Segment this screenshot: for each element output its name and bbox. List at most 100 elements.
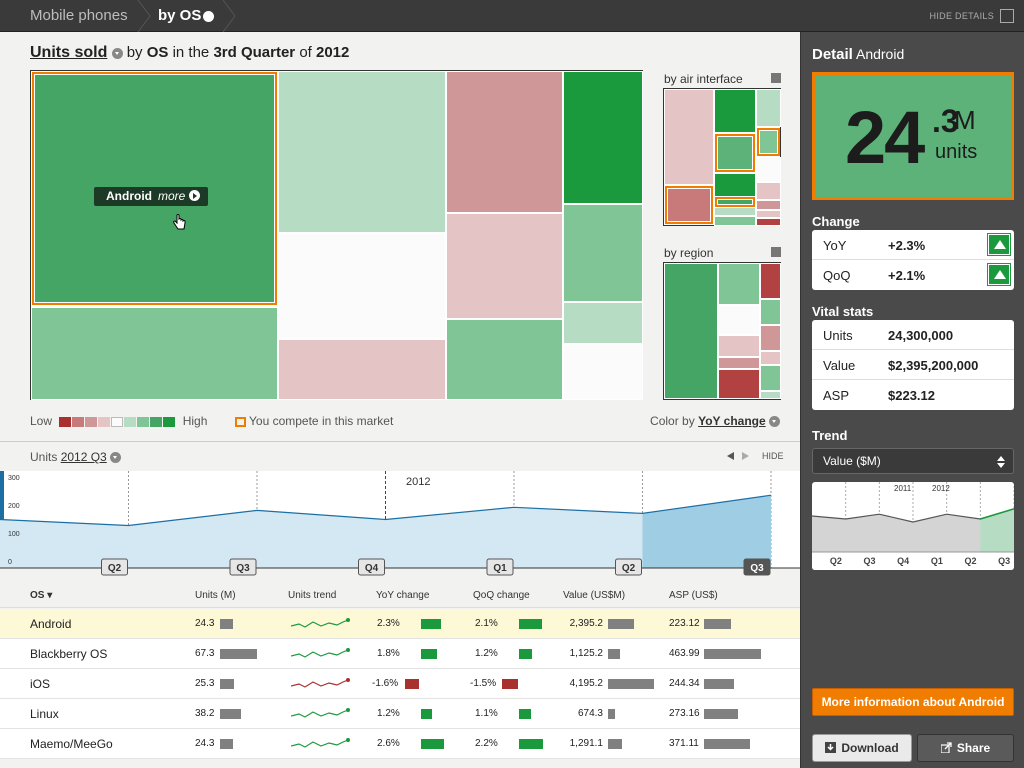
treemap-cell[interactable] — [563, 204, 643, 302]
yoy-label: YoY — [823, 238, 847, 253]
col-qoq[interactable]: QoQ change — [473, 590, 530, 601]
col-trend[interactable]: Units trend — [288, 590, 336, 601]
cell-units: 24.3 — [195, 618, 215, 629]
timeline-quarter-label[interactable]: Q3 — [750, 563, 764, 574]
metric-selector[interactable]: Units sold — [30, 44, 107, 61]
asp-bar — [704, 649, 761, 659]
treemap-cell[interactable] — [278, 339, 446, 400]
timeline-chart[interactable]: Q2 Q3 Q4 Q1 Q2 Q3 300 200 100 0 2012 — [0, 471, 800, 576]
share-button[interactable]: Share — [917, 734, 1014, 762]
detail-name: Android — [855, 46, 905, 62]
units-bar — [220, 649, 257, 659]
color-legend: Low High — [30, 413, 207, 429]
treemap-tooltip[interactable]: Android more — [94, 187, 209, 206]
treemap-cell[interactable] — [563, 71, 643, 204]
breadcrumb-mobile-phones[interactable]: Mobile phones — [30, 0, 128, 32]
cell-yoy: -1.6% — [372, 678, 399, 689]
breadcrumb-separator-icon — [137, 0, 151, 32]
yoy-bar — [421, 739, 444, 749]
more-info-button[interactable]: More information about Android — [812, 688, 1014, 716]
trend-chart[interactable]: Q2 Q3 Q4 Q1 Q2 Q3 2011 2012 — [812, 482, 1014, 570]
timeline-header: Units 2012 Q3 HIDE — [0, 441, 800, 471]
color-dropdown-icon[interactable] — [769, 416, 780, 428]
timeline-quarter-label[interactable]: Q3 — [236, 563, 250, 574]
table-row[interactable]: Android 24.3 2.3% 2.1% 2,395.2 223.12 — [0, 609, 800, 639]
yoy-bar — [405, 679, 420, 689]
timeline-hide-link[interactable]: HIDE — [762, 451, 784, 461]
col-asp[interactable]: ASP (US$) — [669, 590, 718, 601]
timeline-quarter-label[interactable]: Q2 — [622, 563, 636, 574]
hide-details-link[interactable]: HIDE DETAILS — [930, 0, 994, 32]
timeline-next-icon[interactable] — [742, 452, 749, 460]
units-sparkline — [291, 708, 350, 718]
arrow-up-icon — [987, 263, 1011, 286]
treemap-cell[interactable] — [278, 71, 446, 233]
timeline-quarter-label[interactable]: Q2 — [108, 563, 122, 574]
big-number-tile: 24 .3 M units — [812, 72, 1014, 200]
timeline-label: Units 2012 Q3 — [30, 450, 122, 464]
download-button[interactable]: Download — [812, 734, 912, 762]
col-os[interactable]: OS ▾ — [30, 590, 52, 601]
trend-label: Trend — [812, 428, 848, 443]
cell-yoy: 2.6% — [377, 738, 400, 749]
chevron-down-icon — [997, 463, 1005, 468]
metric-dropdown-icon[interactable] — [111, 47, 123, 59]
cell-units: 38.2 — [195, 708, 215, 719]
cell-value: 674.3 — [577, 708, 603, 719]
minimap-region[interactable] — [663, 262, 781, 400]
col-value[interactable]: Value (US$M) — [563, 590, 625, 601]
trend-quarter-label: Q4 — [897, 556, 909, 566]
timeline-prev-icon[interactable] — [727, 452, 734, 460]
treemap-cell[interactable] — [563, 344, 643, 400]
value-bar — [608, 709, 616, 719]
value-value: $2,395,200,000 — [888, 358, 979, 373]
page-title: Units sold by OS in the 3rd Quarter of 2… — [30, 44, 349, 62]
treemap-cell[interactable] — [446, 213, 563, 319]
big-suffix: M — [954, 105, 976, 135]
cell-value: 4,195.2 — [569, 678, 603, 689]
asp-bar — [704, 739, 750, 749]
treemap-cell[interactable] — [446, 71, 563, 213]
expand-icon[interactable] — [771, 73, 781, 83]
table-row[interactable]: Linux 38.2 1.2% 1.1% 674.3 273.16 — [0, 699, 800, 729]
treemap-cell[interactable] — [278, 233, 446, 339]
collapse-panel-icon[interactable] — [1000, 9, 1014, 23]
big-number: 24 — [845, 96, 925, 179]
cell-os[interactable]: Android — [30, 609, 71, 639]
color-metric[interactable]: YoY change — [698, 414, 766, 428]
timeline-quarter-label[interactable]: Q1 — [493, 563, 507, 574]
timeline-period[interactable]: 2012 Q3 — [61, 450, 107, 464]
trend-quarter-label: Q3 — [863, 556, 875, 566]
col-yoy[interactable]: YoY change — [376, 590, 429, 601]
breadcrumb-by-os[interactable]: by OS — [158, 0, 201, 32]
treemap-cell[interactable] — [31, 307, 278, 400]
legend-low: Low — [30, 414, 53, 428]
minimap-air-interface[interactable] — [663, 88, 781, 226]
change-card: YoY +2.3% QoQ +2.1% — [812, 230, 1014, 290]
cell-os[interactable]: Maemo/MeeGo — [30, 729, 113, 759]
table-row[interactable]: Blackberry OS 67.3 1.8% 1.2% 1,125.2 463.99 — [0, 639, 800, 669]
arrow-right-icon[interactable] — [189, 190, 201, 202]
yoy-bar — [421, 649, 437, 659]
expand-icon[interactable] — [771, 247, 781, 257]
compete-label: You compete in this market — [249, 414, 394, 428]
share-icon — [940, 742, 952, 754]
cell-os[interactable]: Linux — [30, 699, 59, 729]
color-by-selector[interactable]: Color by YoY change — [650, 413, 780, 429]
minimap-region-label: by region — [664, 246, 714, 260]
cell-os[interactable]: Blackberry OS — [30, 639, 107, 669]
period-dropdown-icon[interactable] — [110, 452, 122, 464]
col-units[interactable]: Units (M) — [195, 590, 236, 601]
treemap-cell[interactable] — [446, 319, 563, 400]
compete-swatch — [235, 416, 246, 427]
treemap-cell[interactable] — [563, 302, 643, 344]
cell-os[interactable]: iOS — [30, 669, 50, 699]
table-row[interactable]: iOS 25.3 -1.6% -1.5% 4,195.2 244.34 — [0, 669, 800, 699]
timeline-y-tick: 0 — [8, 559, 12, 566]
tooltip-more-link[interactable]: more — [158, 189, 185, 203]
timeline-quarter-label[interactable]: Q4 — [365, 563, 379, 574]
units-value: 24,300,000 — [888, 328, 954, 343]
table-row[interactable]: Maemo/MeeGo 24.3 2.6% 2.2% 1,291.1 371.11 — [0, 729, 800, 759]
dropdown-icon[interactable] — [203, 11, 214, 22]
trend-metric-select[interactable]: Value ($M) — [812, 448, 1014, 474]
